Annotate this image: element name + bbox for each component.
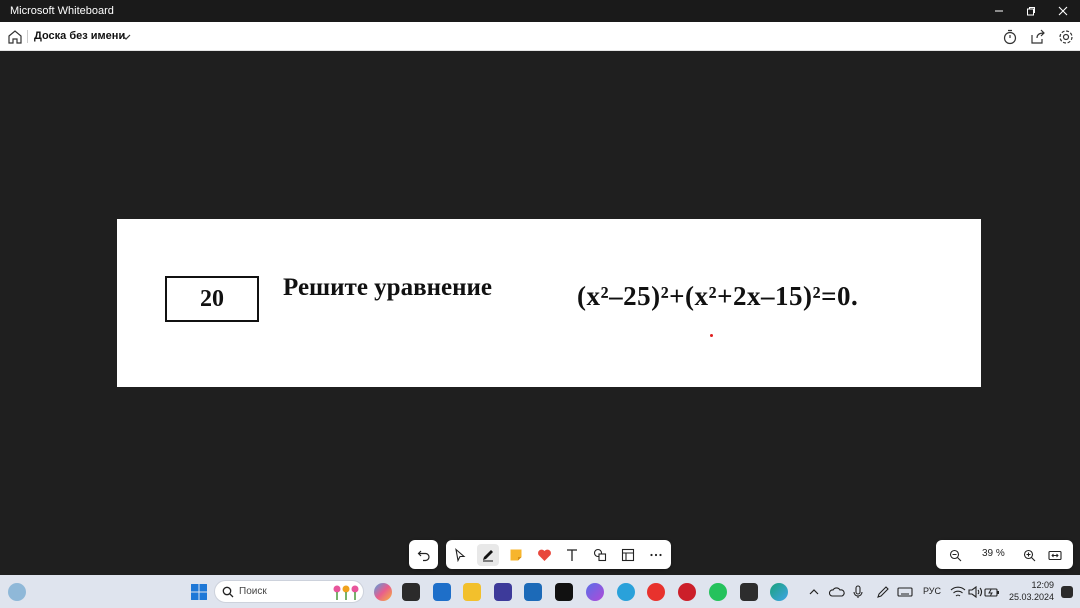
- tools-toolbar: [446, 540, 671, 569]
- terminal-app-icon[interactable]: [555, 583, 573, 601]
- widgets-weather-icon[interactable]: [8, 583, 26, 601]
- zoom-toolbar: 39 %: [936, 540, 1073, 569]
- more-options-button[interactable]: [645, 544, 667, 566]
- reactions-button[interactable]: [533, 544, 555, 566]
- zoom-out-icon: [949, 549, 961, 561]
- select-tool-button[interactable]: [449, 544, 471, 566]
- search-placeholder: Поиск: [239, 586, 267, 597]
- problem-number-box: 20: [165, 276, 259, 322]
- home-icon[interactable]: [6, 28, 24, 46]
- restore-icon: [1027, 7, 1035, 16]
- wifi-icon[interactable]: [949, 583, 967, 601]
- volume-icon[interactable]: [966, 583, 984, 601]
- notifications-icon[interactable]: [1061, 586, 1073, 598]
- store-app-icon[interactable]: [524, 583, 542, 601]
- window-titlebar: Microsoft Whiteboard: [0, 0, 1080, 22]
- close-icon: [1058, 6, 1068, 16]
- chevron-up-icon[interactable]: [807, 583, 821, 601]
- clock-date: 25.03.2024: [1008, 592, 1054, 602]
- pointer-arrow-icon: [455, 548, 466, 562]
- whiteboard-app-icon[interactable]: [433, 583, 451, 601]
- onedrive-cloud-icon[interactable]: [828, 583, 846, 601]
- fit-screen-icon: [1048, 550, 1062, 560]
- whatsapp-icon[interactable]: [709, 583, 727, 601]
- start-windows-icon[interactable]: [190, 583, 208, 601]
- pen-menu-icon[interactable]: [874, 583, 892, 601]
- problem-text: Решите уравнение: [283, 274, 492, 301]
- shapes-icon: [593, 548, 607, 562]
- zoom-in-icon: [1023, 549, 1035, 561]
- chevron-down-icon[interactable]: [120, 31, 132, 43]
- minimize-icon: [995, 10, 1003, 12]
- text-t-icon: [567, 549, 577, 561]
- pen-tool-button[interactable]: [477, 544, 499, 566]
- battery-charging-icon[interactable]: [983, 583, 1001, 601]
- timer-icon[interactable]: [1001, 28, 1019, 46]
- telegram-icon[interactable]: [617, 583, 635, 601]
- language-indicator[interactable]: РУС: [923, 586, 941, 596]
- sticky-note-icon: [510, 549, 522, 561]
- sticky-note-button[interactable]: [505, 544, 527, 566]
- problem-number: 20: [200, 285, 224, 312]
- share-icon[interactable]: [1029, 28, 1047, 46]
- copilot-app-icon[interactable]: [586, 583, 604, 601]
- windows-taskbar: Поиск РУС 12:09 25.03.2024: [0, 575, 1080, 608]
- yandex-browser-icon[interactable]: [647, 583, 665, 601]
- problem-equation: (x²–25)²+(x²+2x–15)²=0.: [577, 281, 859, 311]
- search-icon: [222, 586, 234, 598]
- heart-icon: [537, 549, 551, 561]
- board-name[interactable]: Доска без имени: [34, 30, 125, 42]
- undo-icon: [417, 550, 430, 562]
- restore-button[interactable]: [1014, 0, 1048, 22]
- tulips-search-highlight-icon: [333, 585, 359, 600]
- app-header: Доска без имени: [0, 22, 1080, 51]
- pen-icon: [483, 550, 493, 562]
- shapes-tool-button[interactable]: [589, 544, 611, 566]
- header-divider: [27, 30, 28, 43]
- undo-button[interactable]: [413, 544, 435, 566]
- security-shield-app-icon[interactable]: [494, 583, 512, 601]
- touch-keyboard-icon[interactable]: [896, 583, 914, 601]
- templates-button[interactable]: [617, 544, 639, 566]
- system-clock[interactable]: 12:09 25.03.2024: [1004, 579, 1054, 603]
- window-title: Microsoft Whiteboard: [10, 5, 114, 17]
- edge-browser-icon[interactable]: [770, 583, 788, 601]
- file-explorer-icon[interactable]: [463, 583, 481, 601]
- text-tool-button[interactable]: [561, 544, 583, 566]
- template-icon: [621, 548, 635, 562]
- zoom-level: 39 %: [982, 548, 1005, 559]
- close-button[interactable]: [1046, 0, 1080, 22]
- zoom-out-button[interactable]: [944, 544, 966, 566]
- fit-to-screen-button[interactable]: [1044, 544, 1066, 566]
- undo-toolbar: [409, 540, 438, 569]
- copilot-icon[interactable]: [374, 583, 392, 601]
- pinterest-icon[interactable]: [678, 583, 696, 601]
- taskbar-search-box[interactable]: Поиск: [214, 580, 364, 603]
- task-view-icon[interactable]: [402, 583, 420, 601]
- laser-pointer-dot: [710, 334, 713, 337]
- chatgpt-app-icon[interactable]: [740, 583, 758, 601]
- more-dots-icon: [650, 553, 662, 557]
- zoom-in-button[interactable]: [1018, 544, 1040, 566]
- settings-gear-icon[interactable]: [1057, 28, 1075, 46]
- minimize-button[interactable]: [982, 0, 1016, 22]
- microphone-icon[interactable]: [851, 583, 865, 601]
- clock-time: 12:09: [1031, 580, 1054, 590]
- pasted-problem-image[interactable]: 20 Решите уравнение (x²–25)²+(x²+2x–15)²…: [117, 219, 981, 387]
